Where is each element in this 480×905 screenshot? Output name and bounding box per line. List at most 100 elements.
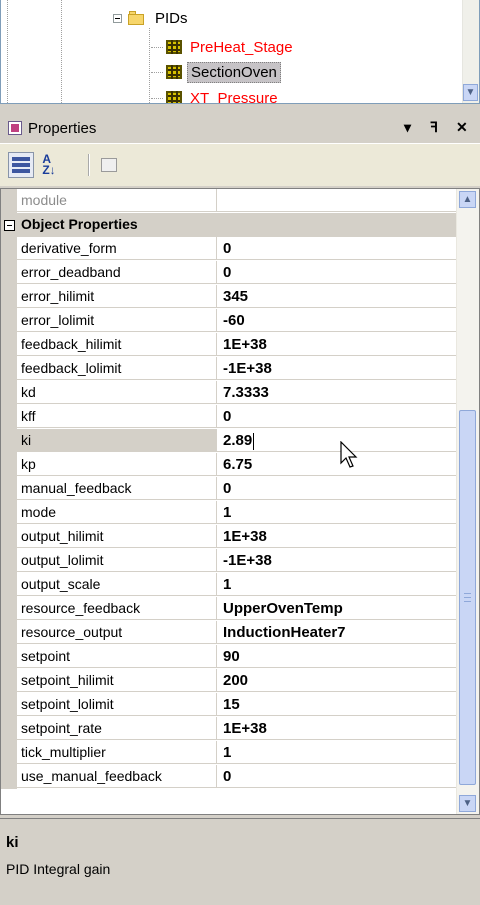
property-row-module[interactable]: module <box>1 189 457 213</box>
property-row-error-deadband[interactable]: error_deadband 0 <box>1 261 457 285</box>
property-row-setpoint[interactable]: setpoint 90 <box>1 645 457 669</box>
properties-toolbar: A Z↓ <box>0 143 480 186</box>
property-row-kd[interactable]: kd 7.3333 <box>1 381 457 405</box>
toolbar-separator <box>88 154 90 176</box>
property-value[interactable]: 200 <box>217 669 457 692</box>
alphabetical-button[interactable]: A Z↓ <box>36 152 62 178</box>
property-pages-button[interactable] <box>96 152 122 178</box>
property-name: resource_feedback <box>17 597 217 620</box>
property-value[interactable]: 1 <box>217 573 457 596</box>
property-name: kp <box>17 453 217 476</box>
property-value[interactable]: 0 <box>217 477 457 500</box>
collapse-icon[interactable] <box>4 220 15 231</box>
property-row-mode[interactable]: mode 1 <box>1 501 457 525</box>
property-value[interactable]: 1E+38 <box>217 525 457 548</box>
property-value[interactable] <box>217 189 457 212</box>
property-value[interactable]: 7.3333 <box>217 381 457 404</box>
scroll-up-icon[interactable]: ▲ <box>459 191 476 208</box>
property-row-output-hilimit[interactable]: output_hilimit 1E+38 <box>1 525 457 549</box>
property-value[interactable]: 15 <box>217 693 457 716</box>
properties-window-icon <box>8 121 22 135</box>
property-value[interactable]: 0 <box>217 261 457 284</box>
close-icon[interactable]: ✕ <box>456 119 468 136</box>
property-name: output_scale <box>17 573 217 596</box>
property-name: tick_multiplier <box>17 741 217 764</box>
tree-node-pids[interactable]: PIDs <box>113 6 191 30</box>
description-title: ki <box>6 834 19 851</box>
tree-view[interactable]: PIDs PreHeat_Stage SectionOven XT_Pressu… <box>0 0 480 104</box>
dropdown-menu-icon[interactable]: ▾ <box>404 119 411 136</box>
property-row-setpoint-rate[interactable]: setpoint_rate 1E+38 <box>1 717 457 741</box>
property-name: error_lolimit <box>17 309 217 332</box>
pid-block-icon <box>165 64 183 80</box>
description-pane: ki PID Integral gain <box>0 818 480 905</box>
grid-scrollbar[interactable]: ▲ ▼ <box>456 189 479 814</box>
property-value[interactable]: 1 <box>217 501 457 524</box>
tree-scrollbar[interactable]: ▼ <box>462 0 479 103</box>
property-row-use-manual-feedback[interactable]: use_manual_feedback 0 <box>1 765 457 789</box>
property-name: output_hilimit <box>17 525 217 548</box>
property-row-kp[interactable]: kp 6.75 <box>1 453 457 477</box>
property-row-derivative-form[interactable]: derivative_form 0 <box>1 237 457 261</box>
collapse-icon[interactable] <box>113 13 122 23</box>
pid-block-icon <box>165 39 183 55</box>
pin-icon[interactable]: ꟻ <box>430 119 438 136</box>
scroll-thumb[interactable] <box>459 410 476 785</box>
property-value[interactable]: 0 <box>217 765 457 788</box>
property-name: module <box>17 189 217 212</box>
scroll-down-icon[interactable]: ▼ <box>463 84 478 101</box>
property-name: setpoint_rate <box>17 717 217 740</box>
property-value[interactable]: 0 <box>217 237 457 260</box>
property-value[interactable]: 345 <box>217 285 457 308</box>
property-row-feedback-lolimit[interactable]: feedback_lolimit -1E+38 <box>1 357 457 381</box>
tree-node-label: XT_Pressure <box>190 89 278 104</box>
property-row-kff[interactable]: kff 0 <box>1 405 457 429</box>
tree-edge-line <box>7 0 9 103</box>
property-row-output-scale[interactable]: output_scale 1 <box>1 573 457 597</box>
tree-node-label: SectionOven <box>187 61 281 83</box>
property-value[interactable]: -1E+38 <box>217 357 457 380</box>
property-row-error-hilimit[interactable]: error_hilimit 345 <box>1 285 457 309</box>
property-row-resource-feedback[interactable]: resource_feedback UpperOvenTemp <box>1 597 457 621</box>
property-pages-icon <box>101 158 117 172</box>
categorized-button[interactable] <box>8 152 34 178</box>
property-name: use_manual_feedback <box>17 765 217 788</box>
property-value[interactable]: 90 <box>217 645 457 668</box>
property-value[interactable]: 0 <box>217 405 457 428</box>
category-object-properties[interactable]: Object Properties <box>1 213 457 237</box>
property-grid[interactable]: module Object Properties derivative_form… <box>0 188 480 815</box>
tree-guide-line <box>149 28 151 103</box>
property-value[interactable]: 6.75 <box>217 453 457 476</box>
scroll-down-icon[interactable]: ▼ <box>459 795 476 812</box>
property-name: error_deadband <box>17 261 217 284</box>
tree-node-label: PIDs <box>155 9 188 27</box>
property-row-error-lolimit[interactable]: error_lolimit -60 <box>1 309 457 333</box>
property-name: manual_feedback <box>17 477 217 500</box>
property-name: setpoint <box>17 645 217 668</box>
property-name: derivative_form <box>17 237 217 260</box>
property-row-manual-feedback[interactable]: manual_feedback 0 <box>1 477 457 501</box>
property-value[interactable]: 1E+38 <box>217 333 457 356</box>
mouse-cursor-icon <box>340 441 358 468</box>
property-name: setpoint_hilimit <box>17 669 217 692</box>
property-row-setpoint-lolimit[interactable]: setpoint_lolimit 15 <box>1 693 457 717</box>
property-row-tick-multiplier[interactable]: tick_multiplier 1 <box>1 741 457 765</box>
property-value-editor[interactable]: 2.89 <box>217 429 457 452</box>
property-name: setpoint_lolimit <box>17 693 217 716</box>
property-row-feedback-hilimit[interactable]: feedback_hilimit 1E+38 <box>1 333 457 357</box>
tree-node-preheat-stage[interactable]: PreHeat_Stage <box>151 35 296 59</box>
property-value[interactable]: InductionHeater7 <box>217 621 457 644</box>
property-row-ki[interactable]: ki 2.89 <box>1 429 457 453</box>
property-value[interactable]: -1E+38 <box>217 549 457 572</box>
sort-alphabetical-icon: A Z↓ <box>42 152 56 177</box>
tree-node-xt-pressure[interactable]: XT_Pressure <box>151 86 281 104</box>
tree-node-sectionoven[interactable]: SectionOven <box>151 60 281 84</box>
property-row-setpoint-hilimit[interactable]: setpoint_hilimit 200 <box>1 669 457 693</box>
property-value[interactable]: UpperOvenTemp <box>217 597 457 620</box>
panel-title: Properties <box>28 119 97 137</box>
property-value[interactable]: -60 <box>217 309 457 332</box>
property-row-resource-output[interactable]: resource_output InductionHeater7 <box>1 621 457 645</box>
property-value[interactable]: 1 <box>217 741 457 764</box>
property-row-output-lolimit[interactable]: output_lolimit -1E+38 <box>1 549 457 573</box>
property-value[interactable]: 1E+38 <box>217 717 457 740</box>
